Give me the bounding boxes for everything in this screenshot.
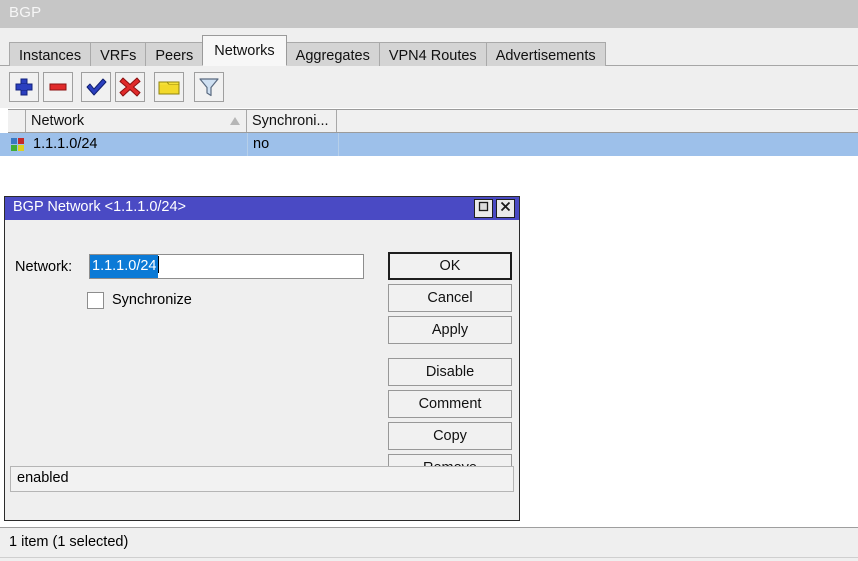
tab-advertisements[interactable]: Advertisements — [486, 42, 606, 69]
text-caret — [158, 256, 159, 273]
filter-button[interactable] — [194, 72, 224, 102]
dialog-button-column: OKCancelApplyDisableCommentCopyRemove — [388, 252, 512, 486]
close-icon — [499, 200, 512, 213]
maximize-icon — [477, 200, 490, 213]
dialog-status-text: enabled — [17, 470, 69, 486]
maximize-button[interactable] — [474, 199, 493, 218]
status-divider — [0, 557, 858, 558]
row-gutter — [0, 133, 8, 156]
tab-vrfs[interactable]: VRFs — [90, 42, 146, 69]
network-input[interactable]: 1.1.1.0/24 — [89, 254, 364, 279]
item-count-status: 1 item (1 selected) — [9, 534, 128, 550]
copy-button[interactable]: Copy — [388, 422, 512, 450]
bgp-window: BGP Instances VRFs Peers Networks Aggregates… — [0, 0, 858, 561]
ok-button[interactable]: OK — [388, 252, 512, 280]
column-header-synchronize-label: Synchroni... — [252, 113, 329, 129]
dialog-status-bar: enabled — [10, 466, 514, 492]
row-cell-synchronize: no — [247, 133, 338, 156]
row-cell-filler — [338, 133, 857, 156]
column-header-network-label: Network — [31, 113, 84, 129]
column-header-icon[interactable] — [8, 110, 26, 132]
tabs-row: Instances VRFs Peers Networks Aggregates VPN4… — [9, 36, 605, 66]
note-icon — [155, 73, 183, 101]
plus-icon — [10, 73, 38, 101]
tab-label: VPN4 Routes — [389, 48, 477, 64]
column-header-synchronize[interactable]: Synchroni... — [247, 110, 337, 132]
network-grid-icon — [11, 138, 24, 151]
tab-peers[interactable]: Peers — [145, 42, 203, 69]
tab-networks[interactable]: Networks — [202, 35, 286, 66]
disable-button[interactable] — [115, 72, 145, 102]
tab-label: Peers — [155, 48, 193, 64]
network-input-value: 1.1.1.0/24 — [90, 255, 158, 278]
tab-label: Advertisements — [496, 48, 596, 64]
network-field-label: Network: — [15, 259, 72, 275]
remove-button[interactable] — [43, 72, 73, 102]
apply-button[interactable]: Apply — [388, 316, 512, 344]
tab-vpn4-routes[interactable]: VPN4 Routes — [379, 42, 487, 69]
window-status-bar: 1 item (1 selected) — [0, 527, 858, 561]
comment-button[interactable] — [154, 72, 184, 102]
enable-button[interactable] — [81, 72, 111, 102]
x-icon — [116, 73, 144, 101]
disable-button[interactable]: Disable — [388, 358, 512, 386]
tab-label: Instances — [19, 48, 81, 64]
row-icon-cell — [8, 133, 26, 156]
add-button[interactable] — [9, 72, 39, 102]
synchronize-label: Synchronize — [112, 292, 192, 308]
minus-icon — [44, 73, 72, 101]
dialog-titlebar[interactable]: BGP Network <1.1.1.0/24> — [5, 197, 519, 220]
comment-button[interactable]: Comment — [388, 390, 512, 418]
row-cell-network: 1.1.1.0/24 — [26, 133, 247, 156]
check-icon — [82, 73, 110, 101]
toolbar — [0, 66, 858, 108]
tab-strip: Instances VRFs Peers Networks Aggregates VPN4… — [0, 28, 858, 66]
tab-label: Networks — [214, 43, 274, 59]
tab-label: VRFs — [100, 48, 136, 64]
synchronize-checkbox-row[interactable]: Synchronize — [87, 290, 192, 310]
synchronize-checkbox[interactable] — [87, 292, 104, 309]
tab-label: Aggregates — [296, 48, 370, 64]
cancel-button[interactable]: Cancel — [388, 284, 512, 312]
list-header: Network Synchroni... — [8, 109, 858, 133]
window-title: BGP — [9, 4, 41, 21]
funnel-icon — [195, 73, 223, 101]
window-titlebar: BGP — [0, 0, 858, 28]
tab-instances[interactable]: Instances — [9, 42, 91, 69]
column-header-network[interactable]: Network — [26, 110, 247, 132]
list-body: 1.1.1.0/24 no — [0, 133, 858, 173]
table-row[interactable]: 1.1.1.0/24 no — [0, 133, 858, 156]
tab-aggregates[interactable]: Aggregates — [286, 42, 380, 69]
close-button[interactable] — [496, 199, 515, 218]
column-header-filler — [337, 110, 857, 132]
dialog-body: Network: 1.1.1.0/24 Synchronize OK Cancel… — [5, 220, 519, 497]
sort-ascending-icon — [230, 117, 240, 125]
dialog-title: BGP Network <1.1.1.0/24> — [13, 199, 186, 215]
bgp-network-dialog: BGP Network <1.1.1.0/24> Network: 1.1.1.… — [4, 196, 520, 521]
